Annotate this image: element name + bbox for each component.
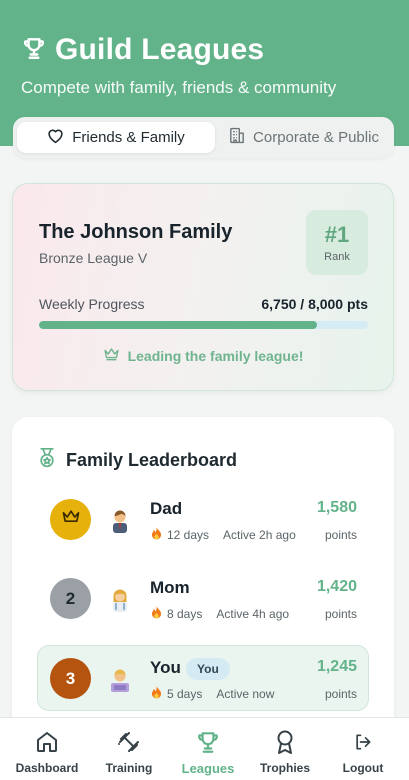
crown-icon [61, 509, 81, 530]
nav-leagues[interactable]: Leagues [173, 718, 243, 780]
nav-label: Dashboard [15, 761, 79, 775]
fire-icon [151, 606, 162, 622]
rank-badge: #1 Rank [306, 210, 368, 275]
tab-label: Friends & Family [72, 129, 185, 146]
you-tag: You [186, 658, 230, 680]
rank-label: Rank [324, 251, 350, 263]
player-name: Mom [150, 578, 190, 597]
progress-bar [39, 321, 368, 329]
nav-training[interactable]: Training [95, 718, 163, 780]
tab-corporate-public[interactable]: Corporate & Public [217, 122, 391, 153]
leading-message: Leading the family league! [13, 347, 393, 364]
player-name: You [150, 658, 181, 677]
leaderboard-row[interactable]: 2 Mom 8 days Active 4h ago 1,420 points [37, 565, 369, 631]
activity-text: Active 4h ago [216, 607, 290, 621]
nav-label: Trophies [259, 761, 310, 775]
points-value: 1,245 [316, 658, 357, 675]
family-status-card: The Johnson Family Bronze League V #1 Ra… [12, 183, 394, 391]
rank-badge-silver: 2 [50, 578, 91, 619]
rank-badge-gold [50, 499, 91, 540]
activity-text: Active now [216, 687, 275, 701]
leaderboard-row[interactable]: Dad 12 days Active 2h ago 1,580 points [37, 486, 369, 552]
points-value: 1,580 [316, 499, 357, 516]
points-value: 1,420 [316, 578, 357, 595]
building-icon [229, 127, 245, 148]
avatar [108, 507, 132, 533]
nav-trophies[interactable]: Trophies [251, 718, 319, 780]
bottom-nav: Dashboard Training Leagues Trophies Logo… [0, 717, 409, 780]
points-label: points [324, 528, 357, 542]
avatar [108, 666, 132, 692]
nav-dashboard[interactable]: Dashboard [12, 718, 82, 780]
trophy-icon [195, 728, 221, 756]
fire-icon [151, 527, 162, 543]
avatar [108, 586, 132, 612]
page-subtitle: Compete with family, friends & community [21, 78, 337, 97]
heart-icon [47, 128, 64, 148]
award-icon [274, 728, 296, 756]
nav-label: Leagues [181, 761, 235, 776]
streak-text: 8 days [167, 607, 203, 621]
points-label: points [324, 687, 357, 701]
nav-label: Logout [342, 761, 384, 775]
medal-icon [37, 447, 57, 474]
progress-label: Weekly Progress [39, 296, 145, 312]
tab-label: Corporate & Public [253, 129, 379, 146]
progress-fill [39, 321, 317, 329]
nav-label: Training [105, 761, 153, 775]
leaderboard-row-you[interactable]: 3 You You 5 days Active now 1,245 points [37, 645, 369, 711]
home-icon [35, 728, 59, 756]
league-type-tabs: Friends & Family Corporate & Public [13, 117, 394, 158]
streak-text: 12 days [167, 528, 210, 542]
points-label: points [324, 607, 357, 621]
leading-text: Leading the family league! [127, 347, 304, 364]
family-name: The Johnson Family [39, 221, 233, 243]
tab-friends-family[interactable]: Friends & Family [17, 122, 215, 153]
dumbbell-icon [117, 728, 141, 756]
logout-icon [353, 728, 373, 756]
page-title: Guild Leagues [55, 33, 265, 66]
leaderboard-title: Family Leaderboard [66, 450, 238, 470]
crown-icon [103, 347, 120, 364]
streak-text: 5 days [167, 687, 203, 701]
rank-number: #1 [324, 222, 350, 247]
trophy-icon [21, 35, 47, 66]
rank-badge-bronze: 3 [50, 658, 91, 699]
fire-icon [151, 686, 162, 702]
family-leaderboard: Family Leaderboard Dad 12 days Active 2h… [12, 417, 394, 747]
nav-logout[interactable]: Logout [330, 718, 396, 780]
player-name: Dad [150, 499, 183, 518]
activity-text: Active 2h ago [223, 528, 296, 542]
league-name: Bronze League V [39, 250, 148, 266]
progress-value: 6,750 / 8,000 pts [261, 296, 368, 312]
